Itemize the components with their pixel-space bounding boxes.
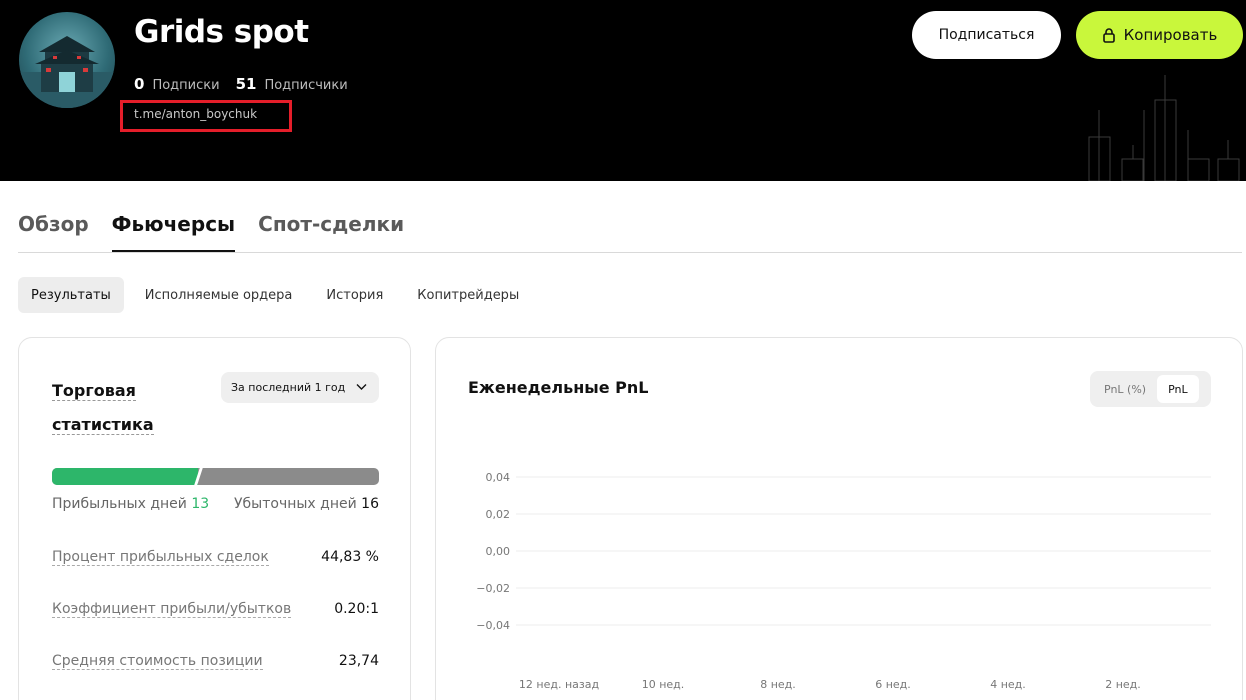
metric-value: 44,83 %	[321, 549, 379, 565]
sub-tabs: Результаты Исполняемые ордера История Ко…	[18, 277, 540, 313]
subtab-results[interactable]: Результаты	[18, 277, 124, 313]
candlestick-decoration	[1088, 75, 1240, 181]
toggle-pnl-percent[interactable]: PnL (%)	[1093, 375, 1157, 403]
x-tick-label: 8 нед.	[760, 678, 796, 691]
metric-label[interactable]: Коэффициент прибыли/убытков	[52, 601, 292, 618]
lock-icon	[1102, 27, 1115, 43]
x-tick-label: 6 нед.	[875, 678, 911, 691]
following-label[interactable]: Подписки	[152, 78, 219, 93]
follow-stats: 0 Подписки 51 Подписчики	[134, 75, 348, 93]
x-tick-label: 2 нед.	[1105, 678, 1141, 691]
subtab-history[interactable]: История	[313, 277, 396, 313]
copy-button[interactable]: Копировать	[1076, 11, 1243, 59]
pagoda-avatar-image	[19, 36, 115, 108]
tab-futures[interactable]: Фьючерсы	[111, 208, 236, 252]
toggle-pnl-absolute[interactable]: PnL	[1157, 375, 1199, 403]
y-tick-label: −0,04	[476, 619, 510, 632]
followers-count[interactable]: 51	[236, 75, 257, 93]
weekly-pnl-card: Еженедельные PnL PnL (%) PnL 0,04 0,02 0,0…	[435, 337, 1243, 700]
period-value: За последний 1 год	[231, 381, 346, 394]
tab-overview[interactable]: Обзор	[18, 208, 89, 252]
loss-days: Убыточных дней 16	[234, 496, 379, 512]
profit-days-count: 13	[191, 496, 210, 512]
copy-button-label: Копировать	[1123, 26, 1218, 44]
weekly-pnl-chart: 0,04 0,02 0,00 −0,02 −0,04 12 нед. назад 10 не…	[476, 471, 1211, 691]
x-tick-label: 4 нед.	[990, 678, 1026, 691]
metric-value: 23,74	[338, 653, 379, 669]
subscribe-button[interactable]: Подписаться	[912, 11, 1061, 59]
profit-fill	[52, 468, 199, 485]
telegram-link[interactable]: t.me/anton_boychuk	[134, 107, 257, 121]
main-tabs: Обзор Фьючерсы Спот-сделки	[18, 208, 1242, 253]
days-summary: Прибыльных дней 13 Убыточных дней 16	[52, 496, 379, 512]
period-dropdown[interactable]: За последний 1 год	[221, 372, 379, 403]
profile-name: Grids spot	[134, 14, 309, 50]
x-tick-label: 10 нед.	[642, 678, 685, 691]
metric-label[interactable]: Процент прибыльных сделок	[52, 549, 269, 566]
pnl-title: Еженедельные PnL	[468, 378, 649, 397]
loss-days-count: 16	[361, 496, 379, 512]
y-tick-label: −0,02	[476, 582, 510, 595]
profit-loss-bar	[52, 468, 379, 485]
profit-days: Прибыльных дней 13	[52, 496, 210, 512]
tab-spot-trades[interactable]: Спот-сделки	[258, 208, 404, 252]
pnl-mode-toggle: PnL (%) PnL	[1090, 371, 1211, 407]
metric-avg-position: Средняя стоимость позиции 23,74	[52, 653, 379, 670]
subtab-copytraders[interactable]: Копитрейдеры	[404, 277, 532, 313]
metric-profit-loss-ratio: Коэффициент прибыли/убытков 0.20:1	[52, 601, 379, 618]
followers-label[interactable]: Подписчики	[264, 78, 347, 93]
chevron-down-icon	[356, 384, 367, 390]
metric-label[interactable]: Средняя стоимость позиции	[52, 653, 263, 670]
metric-value: 0.20:1	[334, 601, 379, 617]
x-tick-label: 12 нед. назад	[519, 678, 600, 691]
metric-win-rate: Процент прибыльных сделок 44,83 %	[52, 549, 379, 566]
avatar[interactable]	[19, 12, 115, 108]
trading-stats-card: Торговая статистика За последний 1 год П…	[18, 337, 411, 700]
following-count[interactable]: 0	[134, 75, 144, 93]
y-tick-label: 0,02	[486, 508, 511, 521]
subtab-open-orders[interactable]: Исполняемые ордера	[132, 277, 306, 313]
y-tick-label: 0,04	[486, 471, 511, 484]
profile-header: Grids spot 0 Подписки 51 Подписчики t.me…	[0, 0, 1246, 181]
y-tick-label: 0,00	[486, 545, 511, 558]
trading-stats-title[interactable]: Торговая статистика	[52, 374, 172, 442]
